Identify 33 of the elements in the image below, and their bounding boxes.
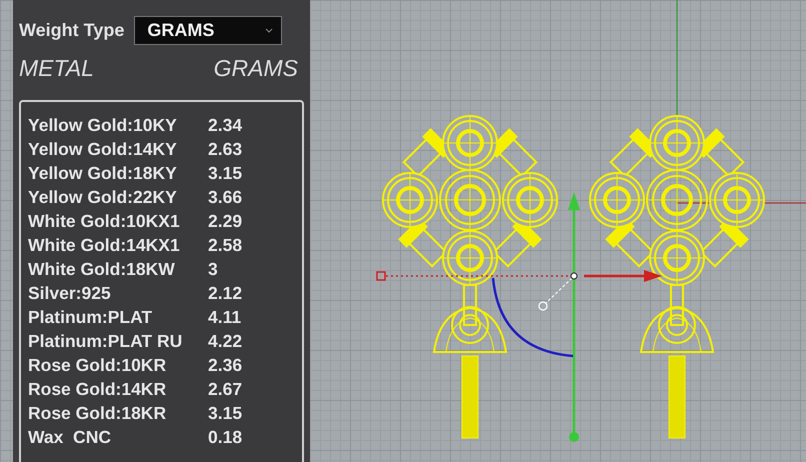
metal-name: Rose Gold:10KR <box>28 354 168 376</box>
metal-name: White Gold:18KW <box>28 258 176 280</box>
weight-value: 2.36 <box>208 354 242 376</box>
metal-name: Rose Gold:14KR <box>28 378 168 400</box>
metal-name: Platinum:PLAT <box>28 306 154 328</box>
metal-name: Yellow Gold:10KY <box>28 114 178 136</box>
weight-value: 3.15 <box>208 162 242 184</box>
weight-value: 4.22 <box>208 330 242 352</box>
metal-name: White Gold:10KX1 <box>28 210 181 232</box>
metal-name: Yellow Gold:18KY <box>28 162 178 184</box>
weight-value: 2.34 <box>208 114 242 136</box>
weight-value: 3.15 <box>208 402 242 424</box>
metal-name: Silver:925 <box>28 282 112 304</box>
metal-name: Yellow Gold:14KY <box>28 138 178 160</box>
metal-column-header: METAL <box>19 55 94 82</box>
weight-value: 0.18 <box>208 426 242 448</box>
weight-type-dropdown[interactable]: GRAMS <box>134 16 282 45</box>
caret-icon <box>265 28 274 33</box>
metal-name: White Gold:14KX1 <box>28 234 181 256</box>
metal-name: Wax CNC <box>28 426 112 448</box>
weight-value: 2.29 <box>208 210 242 232</box>
metal-name: Yellow Gold:22KY <box>28 186 178 208</box>
metal-name: Rose Gold:18KR <box>28 402 168 424</box>
weight-value: 4.11 <box>208 306 242 328</box>
weight-value: 2.58 <box>208 234 242 256</box>
weight-value: 3.66 <box>208 186 242 208</box>
metal-name: Platinum:PLAT RU <box>28 330 184 352</box>
weight-value: 2.12 <box>208 282 242 304</box>
weight-value: 2.67 <box>208 378 242 400</box>
grams-column-header: GRAMS <box>214 55 298 82</box>
weight-value: 2.63 <box>208 138 242 160</box>
weight-type-label: Weight Type <box>19 20 124 41</box>
weight-value: 3 <box>208 258 218 280</box>
